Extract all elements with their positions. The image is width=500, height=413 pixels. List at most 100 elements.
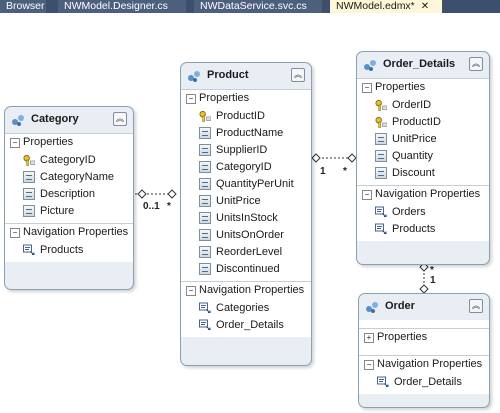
- property-name: Discount: [392, 167, 435, 179]
- expand-toggle-icon[interactable]: −: [364, 360, 374, 370]
- property-name: CategoryID: [40, 154, 96, 166]
- section-title: Navigation Properties: [199, 284, 305, 296]
- properties-section-header[interactable]: − Properties: [357, 78, 489, 97]
- entity-icon: [366, 302, 378, 313]
- section-title: Properties: [377, 331, 428, 343]
- property-item[interactable]: UnitsInStock: [181, 210, 311, 227]
- tab-label: NWModel.edmx*: [336, 0, 415, 12]
- association-end-marker: [137, 189, 147, 199]
- expand-toggle-icon[interactable]: −: [186, 286, 196, 296]
- property-icon: [23, 205, 35, 217]
- property-item[interactable]: CategoryID: [181, 159, 311, 176]
- navigation-property-icon: [375, 206, 387, 217]
- navigation-property-icon: [199, 319, 211, 330]
- property-item[interactable]: CategoryID: [5, 152, 133, 169]
- navigation-section-header[interactable]: − Navigation Properties: [181, 281, 311, 300]
- navigation-property-icon: [199, 302, 211, 313]
- expand-toggle-icon[interactable]: −: [362, 83, 372, 93]
- property-icon: [199, 161, 211, 173]
- navigation-section-header[interactable]: − Navigation Properties: [359, 355, 489, 374]
- tab-label: NWModel.Designer.cs: [64, 0, 168, 12]
- property-item[interactable]: Discount: [357, 165, 489, 182]
- property-item[interactable]: Picture: [5, 203, 133, 220]
- tab-browser[interactable]: Browser: [0, 0, 46, 13]
- entity-order-details[interactable]: Order_Details ︽ − Properties OrderID Pro…: [356, 51, 490, 265]
- navigation-section-header[interactable]: − Navigation Properties: [357, 185, 489, 204]
- collapse-icon[interactable]: ︽: [469, 57, 483, 71]
- property-item[interactable]: ProductName: [181, 125, 311, 142]
- navigation-section-header[interactable]: − Navigation Properties: [5, 223, 133, 242]
- expand-toggle-icon[interactable]: −: [10, 228, 20, 238]
- key-icon: [375, 99, 387, 111]
- entity-header: Order ︽: [359, 294, 489, 320]
- navigation-item[interactable]: Order_Details: [359, 374, 489, 391]
- tab-label: NWDataService.svc.cs: [200, 0, 307, 12]
- property-name: Discontinued: [216, 263, 280, 275]
- tab-nwdataservice[interactable]: NWDataService.svc.cs: [194, 0, 322, 13]
- expand-toggle-icon[interactable]: −: [362, 190, 372, 200]
- entity-icon: [188, 71, 200, 82]
- property-name: UnitsOnOrder: [216, 229, 284, 241]
- navigation-item[interactable]: Products: [357, 221, 489, 238]
- entity-category[interactable]: Category ︽ − Properties CategoryID Categ…: [4, 106, 134, 290]
- property-icon: [23, 188, 35, 200]
- association-end-marker: [419, 284, 429, 294]
- expand-toggle-icon[interactable]: +: [364, 333, 374, 343]
- association-end-marker: [167, 189, 177, 199]
- properties-section-header[interactable]: + Properties: [359, 328, 489, 347]
- property-name: UnitPrice: [392, 133, 437, 145]
- properties-section-header[interactable]: − Properties: [181, 89, 311, 108]
- property-name: OrderID: [392, 99, 432, 111]
- entity-title: Product: [207, 69, 249, 81]
- entity-product[interactable]: Product ︽ − Properties ProductID Product…: [180, 62, 312, 366]
- property-item[interactable]: ReorderLevel: [181, 244, 311, 261]
- entity-icon: [364, 60, 376, 71]
- property-name: Description: [40, 188, 96, 200]
- property-item[interactable]: SupplierID: [181, 142, 311, 159]
- entity-header: Product ︽: [181, 63, 311, 89]
- properties-section-header[interactable]: − Properties: [5, 133, 133, 152]
- property-item[interactable]: QuantityPerUnit: [181, 176, 311, 193]
- expand-toggle-icon[interactable]: −: [186, 94, 196, 104]
- property-item[interactable]: UnitsOnOrder: [181, 227, 311, 244]
- expand-toggle-icon[interactable]: −: [10, 138, 20, 148]
- navigation-item[interactable]: Orders: [357, 204, 489, 221]
- property-item[interactable]: CategoryName: [5, 169, 133, 186]
- property-icon: [375, 167, 387, 179]
- navigation-list: Categories Order_Details: [181, 300, 311, 337]
- property-icon: [199, 246, 211, 258]
- property-icon: [199, 229, 211, 241]
- property-item[interactable]: ProductID: [181, 108, 311, 125]
- entity-order[interactable]: Order ︽ + Properties − Navigation Proper…: [358, 293, 490, 408]
- section-title: Navigation Properties: [23, 226, 129, 238]
- multiplicity-label: 0..1: [143, 201, 160, 212]
- property-item[interactable]: OrderID: [357, 97, 489, 114]
- entity-designer-canvas[interactable]: 0..1 * 1 * * 1 Category ︽ − Properties C…: [0, 13, 500, 413]
- property-item[interactable]: UnitPrice: [181, 193, 311, 210]
- entity-icon: [12, 115, 24, 126]
- tab-nwmodel-edmx[interactable]: NWModel.edmx* ✕: [330, 0, 442, 13]
- collapse-icon[interactable]: ︽: [291, 68, 305, 82]
- navigation-item[interactable]: Products: [5, 242, 133, 259]
- collapse-icon[interactable]: ︽: [113, 112, 127, 126]
- navigation-list: Products: [5, 242, 133, 262]
- entity-title: Category: [31, 113, 79, 125]
- property-item[interactable]: ProductID: [357, 114, 489, 131]
- property-icon: [375, 150, 387, 162]
- key-icon: [199, 110, 211, 122]
- property-item[interactable]: Discontinued: [181, 261, 311, 278]
- navigation-item[interactable]: Order_Details: [181, 317, 311, 334]
- key-icon: [375, 116, 387, 128]
- tab-nwmodel-designer[interactable]: NWModel.Designer.cs: [58, 0, 186, 13]
- collapse-icon[interactable]: ︽: [469, 299, 483, 313]
- close-icon[interactable]: ✕: [421, 1, 429, 12]
- entity-header: Category ︽: [5, 107, 133, 133]
- entity-header: Order_Details ︽: [357, 52, 489, 78]
- section-title: Navigation Properties: [377, 358, 483, 370]
- navigation-list: Order_Details: [359, 374, 489, 394]
- property-item[interactable]: Quantity: [357, 148, 489, 165]
- property-item[interactable]: UnitPrice: [357, 131, 489, 148]
- entity-title: Order: [385, 300, 415, 312]
- navigation-item[interactable]: Categories: [181, 300, 311, 317]
- property-item[interactable]: Description: [5, 186, 133, 203]
